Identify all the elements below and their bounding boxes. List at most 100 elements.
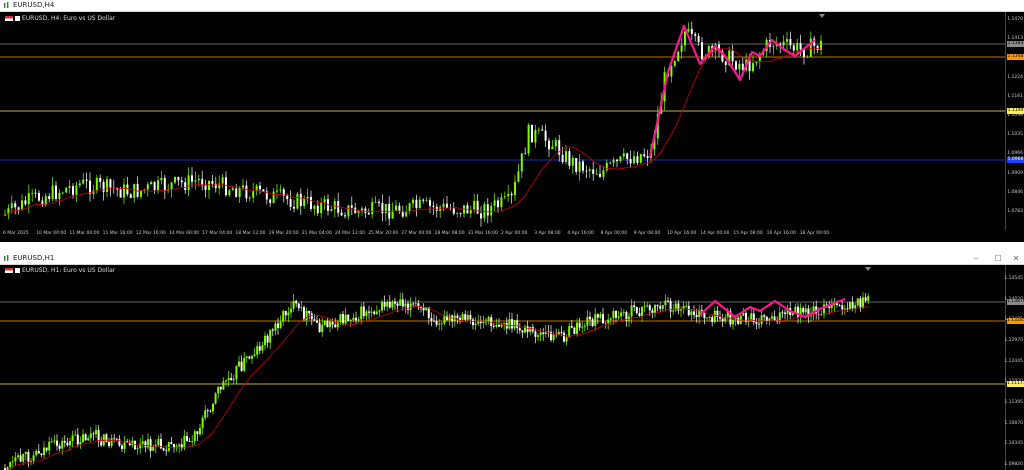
candle — [277, 318, 279, 335]
candle-body — [673, 61, 676, 66]
candle — [802, 306, 805, 315]
candle-body — [269, 199, 272, 204]
candle — [279, 184, 282, 194]
candle — [167, 183, 170, 193]
candlestick-chart-h4[interactable] — [0, 12, 1006, 230]
minimize-button[interactable]: – — [970, 253, 982, 264]
candle-body — [352, 317, 355, 320]
candle — [418, 196, 421, 209]
chart-window-h4[interactable]: EURUSD,H4 EURUSD, H4: Euro vs US Dollar … — [0, 0, 1024, 242]
candle — [708, 315, 711, 322]
candle-body — [282, 310, 285, 322]
candle — [82, 429, 84, 443]
window-title: EURUSD,H1 — [13, 254, 55, 262]
candle — [724, 60, 727, 73]
candle-body — [452, 208, 455, 214]
maximize-button[interactable]: ☐ — [992, 253, 1004, 264]
candle — [282, 309, 285, 326]
chart-window-icon — [4, 255, 9, 261]
candle-body — [212, 403, 214, 412]
close-button[interactable]: ✕ — [1010, 253, 1022, 264]
candle-body — [279, 321, 282, 328]
candle-body — [147, 439, 149, 448]
candle — [27, 449, 30, 468]
candle-body — [396, 303, 399, 306]
candle-body — [838, 304, 841, 306]
candle-body — [867, 296, 870, 301]
candle-body — [646, 156, 649, 159]
candle-body — [326, 320, 329, 328]
candle-body — [804, 308, 807, 313]
candle-body — [503, 322, 506, 324]
candle — [30, 457, 32, 466]
candle — [99, 174, 102, 189]
window-titlebar-h4[interactable]: EURUSD,H4 — [0, 0, 1024, 12]
candle-body — [150, 181, 153, 185]
candle — [510, 191, 513, 204]
price-tick-label: 1.1470 — [1007, 17, 1023, 22]
candle — [193, 429, 196, 446]
candle-body — [508, 319, 511, 329]
chart-window-h1[interactable]: EURUSD,H1 – ☐ ✕ EURUSD, H1: Euro vs US D… — [0, 253, 1024, 470]
candle-body — [43, 447, 45, 455]
candle — [493, 193, 496, 211]
candle — [435, 315, 438, 328]
candle — [222, 377, 225, 391]
candle — [306, 188, 309, 205]
candle-body — [153, 181, 156, 191]
candle-body — [442, 203, 445, 208]
candle-body — [308, 310, 311, 314]
candle-body — [123, 184, 125, 198]
candle — [100, 436, 103, 448]
candle — [537, 127, 540, 135]
candle-body — [66, 442, 69, 446]
candle-body — [690, 311, 693, 316]
candle — [490, 202, 493, 223]
window-titlebar-h1[interactable]: EURUSD,H1 – ☐ ✕ — [0, 253, 1024, 265]
candle-body — [347, 314, 350, 321]
candle — [429, 197, 431, 214]
candle — [300, 300, 303, 312]
candle-body — [552, 334, 555, 341]
candle-body — [588, 169, 591, 171]
candle — [409, 297, 412, 317]
candle — [378, 309, 381, 317]
candle-body — [118, 439, 121, 446]
candle-body — [170, 182, 173, 190]
candle — [745, 311, 747, 325]
price-scale-h4[interactable]: 1.14701.14131.13271.12241.11611.10981.10… — [1005, 12, 1024, 230]
candle-body — [646, 305, 649, 307]
candle-body — [264, 335, 266, 346]
time-axis-h4[interactable]: 6 Mar 2025 10 Mar 00:00 11 Mar 00:00 11 Mar… — [0, 230, 1024, 238]
candle-body — [507, 193, 510, 197]
price-plot-h1[interactable]: EURUSD, H1: Euro vs US Dollar 1.14545 1.1… — [0, 265, 1024, 470]
candle — [520, 153, 523, 179]
candle-body — [259, 185, 261, 190]
candle — [68, 179, 71, 194]
candlestick-chart-h1[interactable] — [0, 265, 1006, 470]
candle — [412, 197, 414, 208]
candle-body — [752, 63, 754, 72]
candle — [669, 297, 672, 319]
candle-body — [643, 306, 646, 308]
price-plot-h4[interactable]: EURUSD, H4: Euro vs US Dollar 1.1470 1.14… — [0, 12, 1024, 230]
candle-body — [440, 323, 443, 325]
price-tick-label: 1.14545 — [1004, 276, 1023, 281]
candle-body — [672, 310, 675, 312]
candle-body — [56, 440, 58, 446]
candle-body — [537, 129, 540, 131]
candle — [89, 426, 92, 443]
price-scale-h1[interactable]: 1.145451.140201.134951.129701.124451.119… — [1004, 265, 1024, 470]
candle-body — [594, 314, 597, 326]
candle — [316, 315, 318, 324]
candle-body — [221, 177, 224, 184]
candle — [43, 441, 45, 460]
candle — [803, 49, 805, 65]
candle-body — [258, 346, 261, 351]
candle-body — [609, 318, 612, 320]
candle-body — [174, 176, 176, 183]
candle — [828, 300, 831, 315]
candle — [109, 178, 112, 197]
candle — [188, 438, 191, 443]
candle — [554, 137, 557, 151]
